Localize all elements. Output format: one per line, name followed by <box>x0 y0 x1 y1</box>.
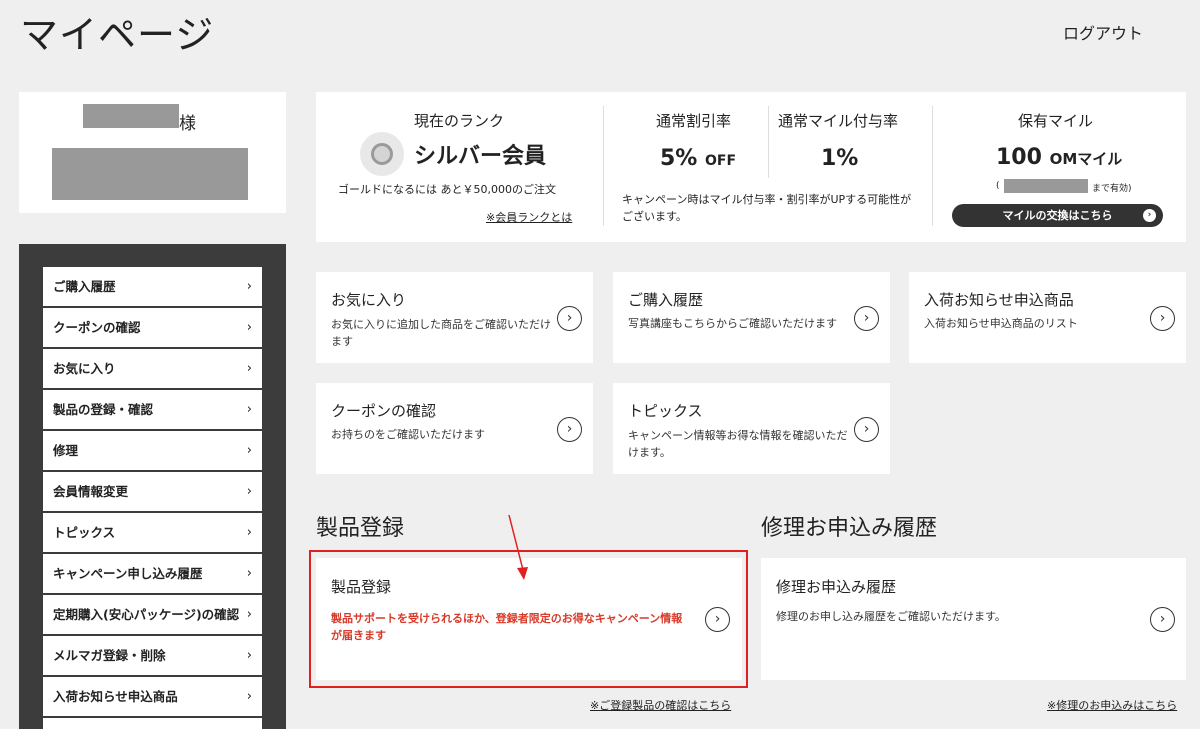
sidebar-item-newsletter[interactable]: メルマガ登録・削除 › <box>43 636 262 675</box>
sidebar-item-coupons[interactable]: クーポンの確認 › <box>43 308 262 347</box>
card-title: トピックス <box>628 402 703 420</box>
card-coupons[interactable]: クーポンの確認 お持ちのをご確認いただけます › <box>316 383 593 474</box>
card-repair-history[interactable]: 修理お申込み履歴 修理のお申し込み履歴をご確認いただけます。 › <box>761 558 1186 680</box>
chevron-right-icon: › <box>246 648 252 663</box>
card-title: クーポンの確認 <box>331 402 437 420</box>
mile-exchange-button[interactable]: マイルの交換はこちら › <box>952 204 1163 227</box>
logout-link[interactable]: ログアウト <box>1063 20 1143 44</box>
card-title: 入荷お知らせ申込商品 <box>924 291 1074 309</box>
sidebar-item-label: 製品の登録・確認 <box>53 402 154 417</box>
chevron-right-icon: › <box>246 320 252 335</box>
discount-heading: 通常割引率 <box>656 112 732 130</box>
sidebar-item-label: 定期購入(安心パッケージ)の確認 <box>53 607 240 622</box>
circle-arrow-icon: › <box>854 306 879 331</box>
chevron-right-icon: › <box>246 402 252 417</box>
sidebar-item-label: 会員情報変更 <box>53 484 129 499</box>
expiry-open: ( <box>996 181 1000 191</box>
sidebar-item-label: 入荷お知らせ申込商品 <box>53 689 178 704</box>
mile-rate-value: 1% <box>821 146 859 171</box>
sidebar-item-label: クーポンの確認 <box>53 320 141 335</box>
card-title: ご購入履歴 <box>628 291 704 309</box>
sidebar-item-purchase-history[interactable]: ご購入履歴 › <box>43 267 262 306</box>
expiry-suffix: まで有効) <box>1092 184 1132 194</box>
card-title: お気に入り <box>331 291 407 309</box>
card-desc: 修理のお申し込み履歴をご確認いただけます。 <box>776 610 1006 623</box>
chevron-right-icon: › <box>246 279 252 294</box>
repair-request-link[interactable]: ※修理のお申込みはこちら <box>1047 697 1177 713</box>
circle-arrow-icon: › <box>557 417 582 442</box>
circle-arrow-icon: › <box>1150 306 1175 331</box>
sidebar-item-label: キャンペーン申し込み履歴 <box>53 566 203 581</box>
redacted-user-info <box>52 148 248 200</box>
circle-arrow-icon: › <box>557 306 582 331</box>
sidebar-item-label: メルマガ登録・削除 <box>53 648 166 663</box>
registered-products-link[interactable]: ※ご登録製品の確認はこちら <box>590 697 731 713</box>
card-desc: キャンペーン情報等お得な情報を確認いただけます。 <box>628 429 848 459</box>
chevron-right-icon: › <box>246 607 252 622</box>
chevron-right-icon: › <box>246 484 252 499</box>
sidebar-item-favorites[interactable]: お気に入り › <box>43 349 262 388</box>
card-title: 修理お申込み履歴 <box>776 578 897 596</box>
chevron-right-icon: › <box>246 443 252 458</box>
chevron-right-icon: › <box>1143 209 1156 222</box>
sidebar-item-member-info[interactable]: 会員情報変更 › <box>43 472 262 511</box>
divider <box>603 106 604 226</box>
divider <box>768 106 769 178</box>
discount-value: 5% OFF <box>660 146 737 171</box>
miles-value: 100 OMマイル <box>996 145 1123 170</box>
card-desc: 入荷お知らせ申込商品のリスト <box>924 317 1078 330</box>
miles-heading: 保有マイル <box>1018 112 1094 130</box>
sidebar-nav: ご購入履歴 › クーポンの確認 › お気に入り › 製品の登録・確認 › 修理 › 会員情… <box>19 244 286 729</box>
chevron-right-icon: › <box>246 525 252 540</box>
silver-medal-icon <box>360 132 404 176</box>
honorific: 様 <box>179 114 196 134</box>
campaign-note: キャンペーン時はマイル付与率・割引率がUPする可能性がございます。 <box>622 193 912 223</box>
divider <box>932 106 933 226</box>
rank-heading: 現在のランク <box>414 112 505 130</box>
circle-arrow-icon: › <box>1150 607 1175 632</box>
rank-next-note: ゴールドになるには あと￥50,000のご注文 <box>338 183 556 196</box>
sidebar-item-product-registration[interactable]: 製品の登録・確認 › <box>43 390 262 429</box>
sidebar-item-label: トピックス <box>53 525 116 540</box>
redacted-user-name <box>83 104 179 128</box>
mile-rate-heading: 通常マイル付与率 <box>778 112 899 130</box>
sidebar-item-label: 修理 <box>53 443 79 458</box>
circle-arrow-icon: › <box>854 417 879 442</box>
rank-name: シルバー会員 <box>414 144 547 169</box>
card-topics[interactable]: トピックス キャンペーン情報等お得な情報を確認いただけます。 › <box>613 383 890 474</box>
card-restock-alerts[interactable]: 入荷お知らせ申込商品 入荷お知らせ申込商品のリスト › <box>909 272 1186 363</box>
redacted-expiry-date <box>1004 179 1088 193</box>
page-title: マイページ <box>20 13 215 57</box>
card-desc: お持ちのをご確認いただけます <box>331 428 485 441</box>
card-desc: 写真講座もこちらからご確認いただけます <box>628 317 837 330</box>
sidebar-item-label: ご購入履歴 <box>53 279 116 294</box>
card-favorites[interactable]: お気に入り お気に入りに追加した商品をご確認いただけます › <box>316 272 593 363</box>
section-title-repair-history: 修理お申込み履歴 <box>761 516 938 541</box>
rank-summary: 現在のランク シルバー会員 ゴールドになるには あと￥50,000のご注文 ※会… <box>316 92 1186 242</box>
sidebar-item-restock-alerts[interactable]: 入荷お知らせ申込商品 › <box>43 677 262 716</box>
sidebar-item-campaign-history[interactable]: キャンペーン申し込み履歴 › <box>43 554 262 593</box>
sidebar-item-topics[interactable]: トピックス › <box>43 513 262 552</box>
card-desc: お気に入りに追加した商品をご確認いただけます <box>331 318 551 348</box>
chevron-right-icon: › <box>246 689 252 704</box>
sidebar-item-partial <box>43 718 262 729</box>
chevron-right-icon: › <box>246 566 252 581</box>
annotation-arrow-icon <box>508 514 528 580</box>
user-card: 様 <box>19 92 286 213</box>
card-purchase-history[interactable]: ご購入履歴 写真講座もこちらからご確認いただけます › <box>613 272 890 363</box>
chevron-right-icon: › <box>246 361 252 376</box>
section-title-product-registration: 製品登録 <box>316 516 405 541</box>
sidebar-item-repair[interactable]: 修理 › <box>43 431 262 470</box>
rank-info-link[interactable]: ※会員ランクとは <box>486 209 572 225</box>
sidebar-item-label: お気に入り <box>53 361 116 376</box>
sidebar-item-subscription[interactable]: 定期購入(安心パッケージ)の確認 › <box>43 595 262 634</box>
